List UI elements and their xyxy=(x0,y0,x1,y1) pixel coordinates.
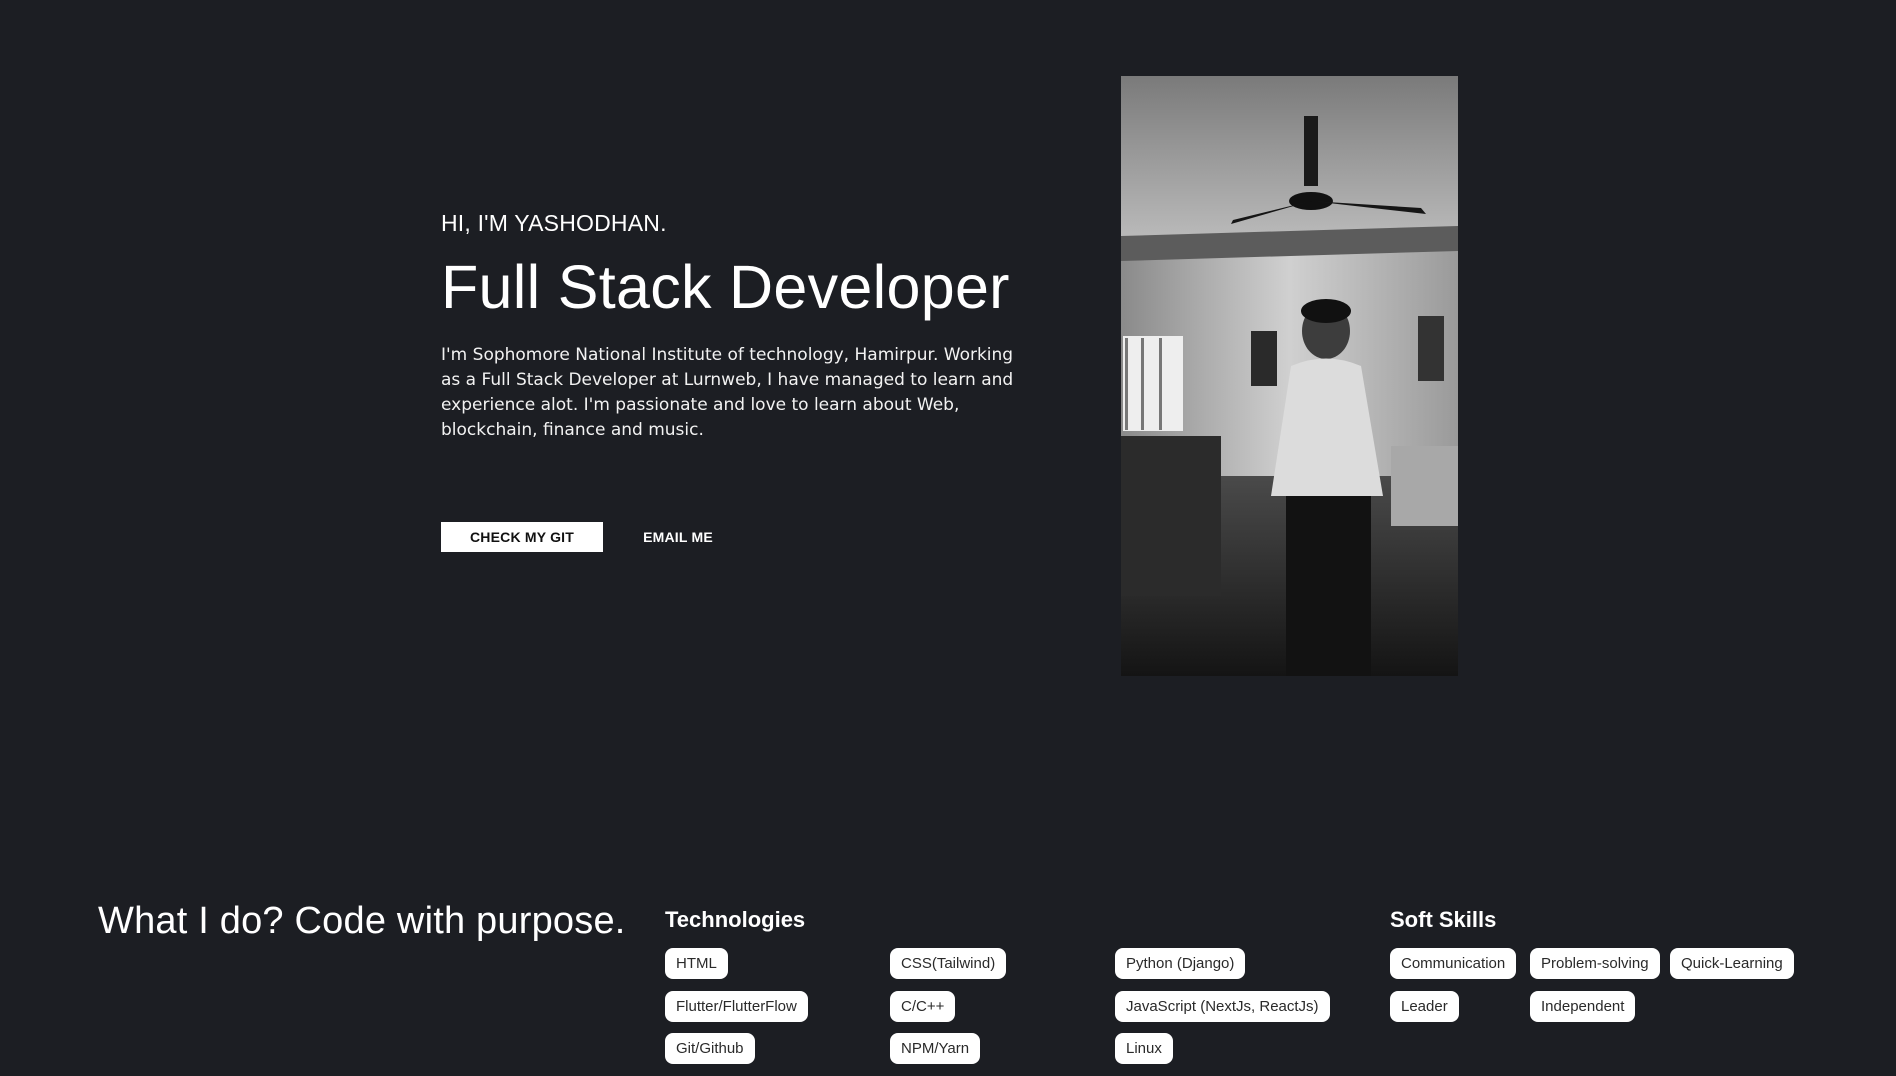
tech-chip-npm: NPM/Yarn xyxy=(890,1033,981,1064)
portfolio-page: HI, I'M YASHODHAN. Full Stack Developer … xyxy=(0,0,1896,1076)
email-me-button[interactable]: EMAIL ME xyxy=(628,522,728,552)
soft-skills-title: Soft Skills xyxy=(1390,907,1497,932)
soft-chip-independent: Independent xyxy=(1530,991,1636,1022)
soft-chip-quick-learning: Quick-Learning xyxy=(1670,948,1794,979)
hero-title: Full Stack Developer xyxy=(441,253,1010,321)
hero-bio: I'm Sophomore National Institute of tech… xyxy=(441,345,1014,440)
soft-chip-leader: Leader xyxy=(1390,991,1459,1022)
tech-chip-html: HTML xyxy=(665,948,728,979)
check-git-button[interactable]: CHECK MY GIT xyxy=(441,522,603,552)
tech-chip-css: CSS(Tailwind) xyxy=(890,948,1007,979)
tech-chip-git: Git/Github xyxy=(665,1033,755,1064)
tech-chip-flutter: Flutter/FlutterFlow xyxy=(665,991,808,1022)
soft-chip-communication: Communication xyxy=(1390,948,1517,979)
tech-chip-javascript: JavaScript (NextJs, ReactJs) xyxy=(1115,991,1330,1022)
tech-chip-python: Python (Django) xyxy=(1115,948,1246,979)
hero-greeting: HI, I'M YASHODHAN. xyxy=(441,210,667,236)
technologies-title: Technologies xyxy=(665,907,806,932)
profile-photo xyxy=(1121,76,1458,676)
soft-chip-problem-solving: Problem-solving xyxy=(1530,948,1660,979)
skills-heading: What I do? Code with purpose. xyxy=(98,900,626,942)
tech-chip-c-cpp: C/C++ xyxy=(890,991,956,1022)
tech-chip-linux: Linux xyxy=(1115,1033,1173,1064)
